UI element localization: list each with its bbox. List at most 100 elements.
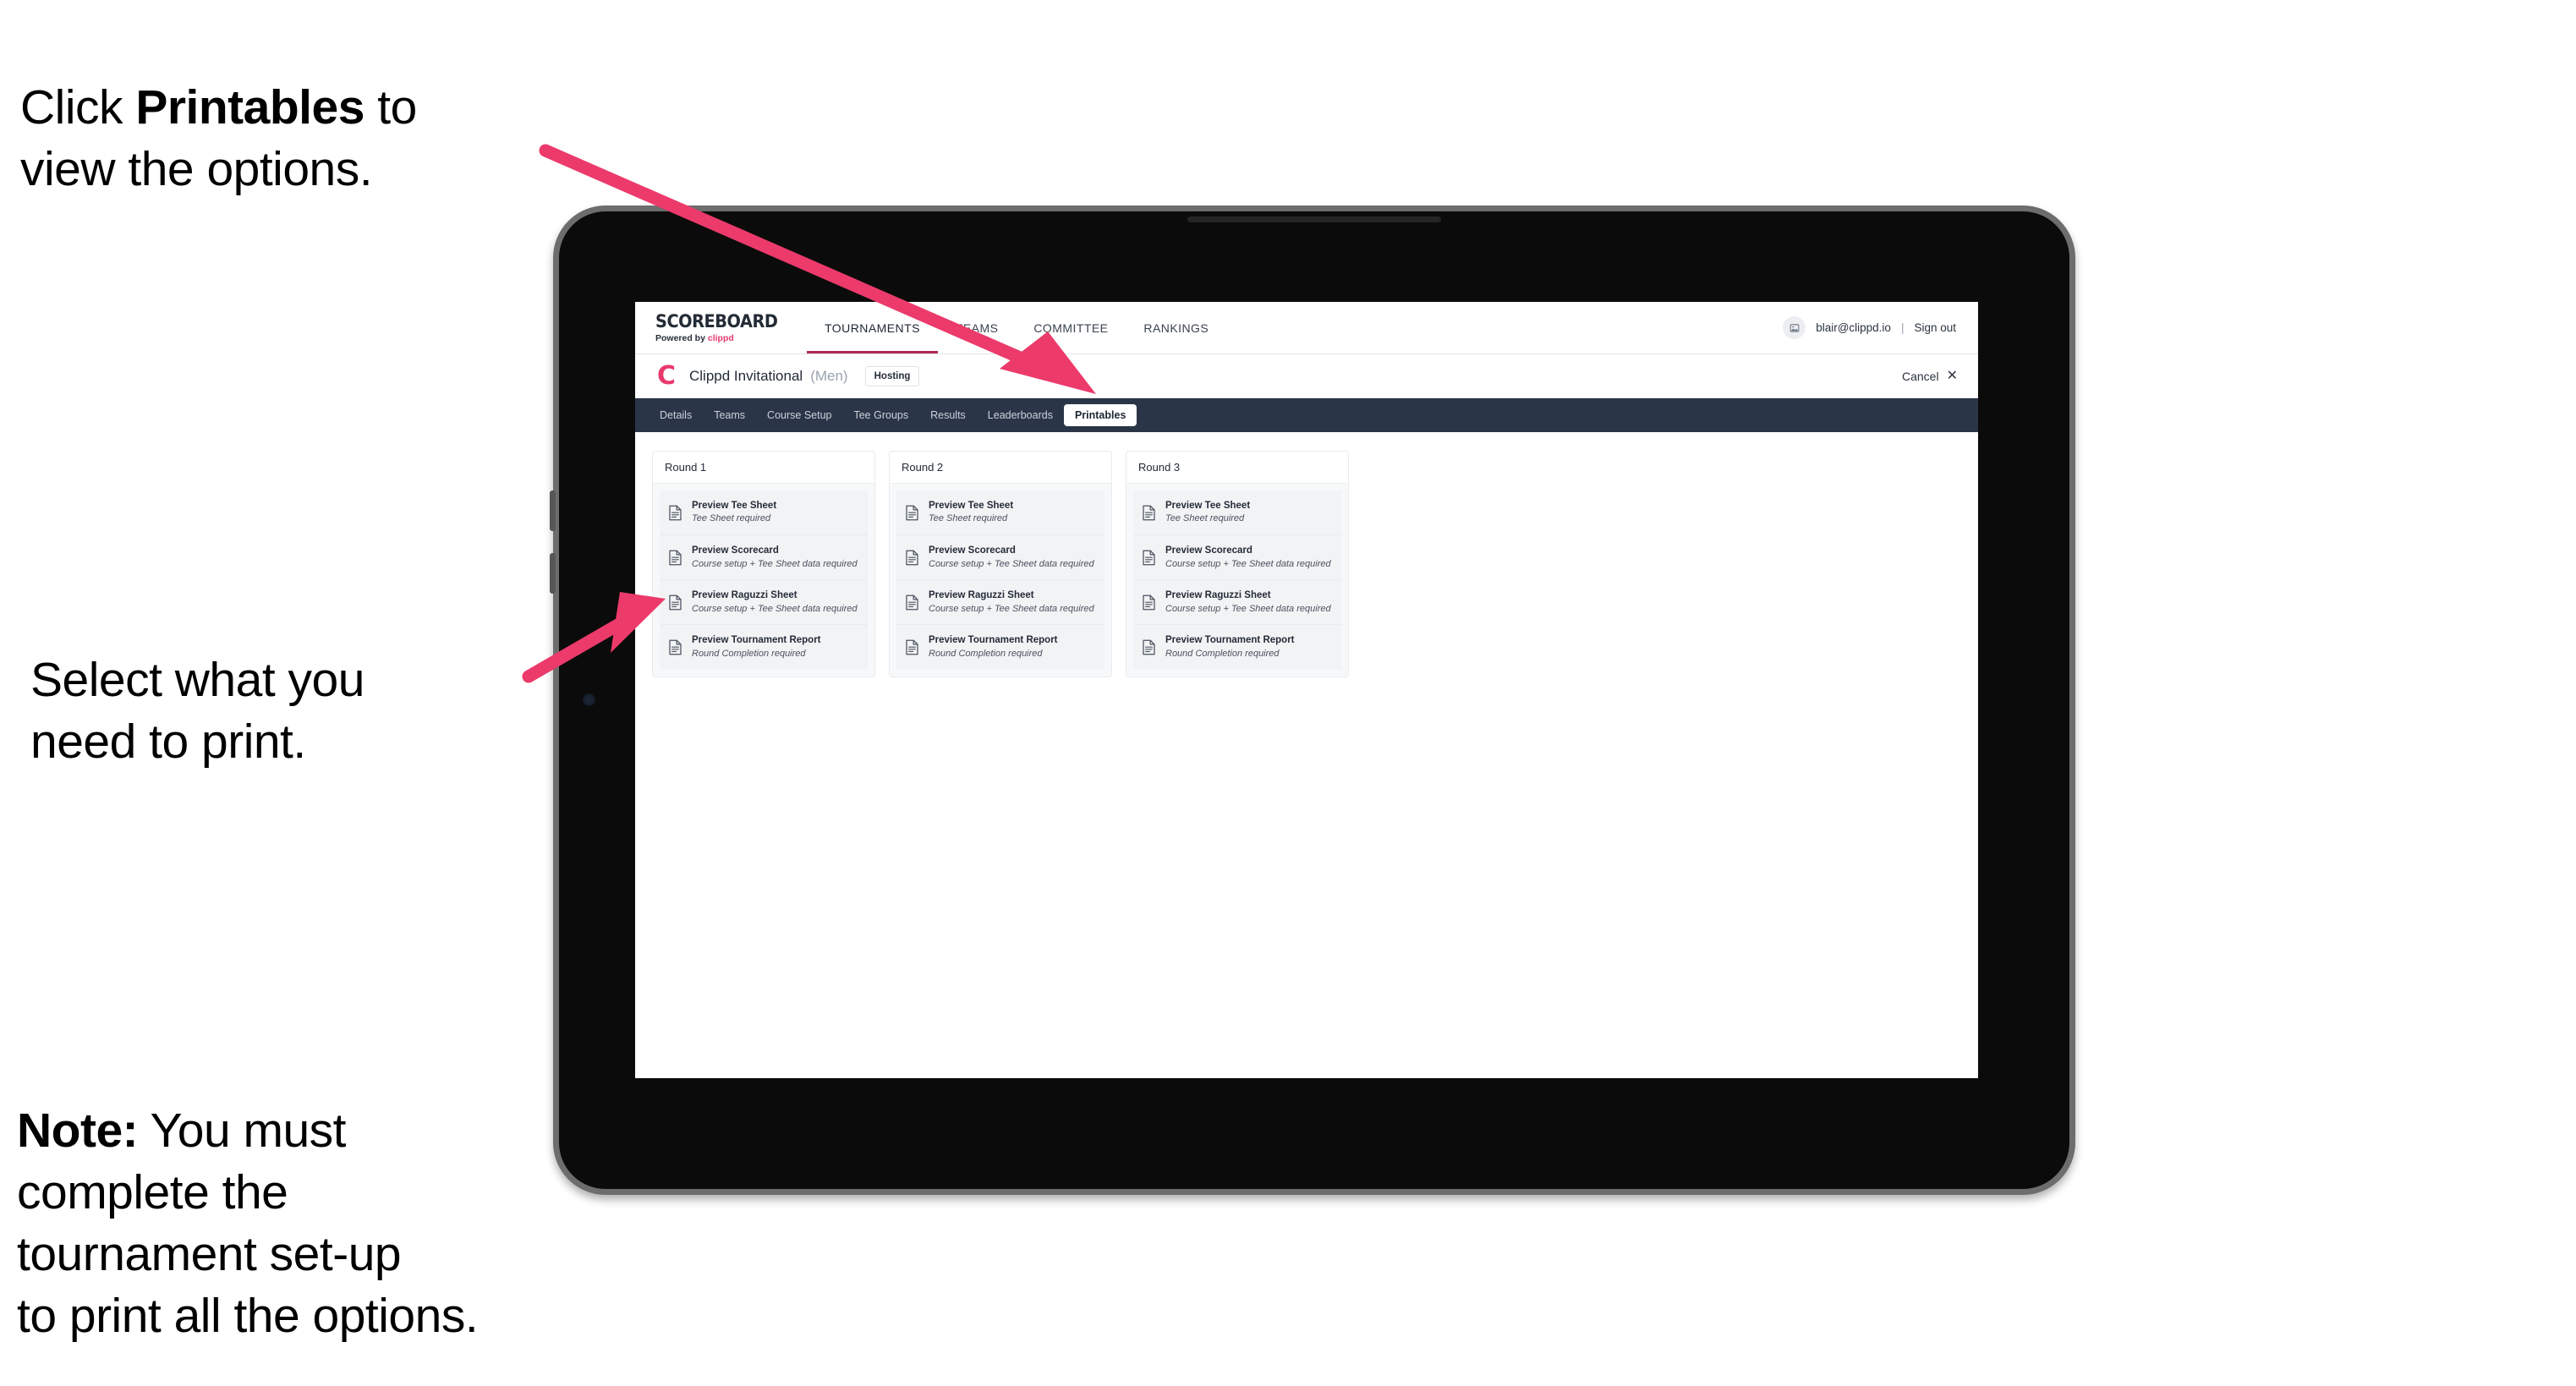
document-icon bbox=[668, 505, 682, 521]
nav-item-committee[interactable]: COMMITTEE bbox=[1016, 302, 1126, 353]
main-navigation: TOURNAMENTS TEAMS COMMITTEE RANKINGS bbox=[807, 302, 1226, 353]
tab-details[interactable]: Details bbox=[649, 404, 703, 426]
close-icon: ✕ bbox=[1946, 368, 1958, 383]
cancel-button-label: Cancel bbox=[1902, 369, 1939, 383]
printable-requirement: Course setup + Tee Sheet data required bbox=[1165, 558, 1331, 569]
document-icon bbox=[668, 550, 682, 566]
screenshot-canvas: Click Printables to view the options. Sel… bbox=[0, 0, 2576, 1386]
printable-title: Preview Raguzzi Sheet bbox=[1165, 590, 1271, 601]
brand-logo[interactable]: SCOREBOARD Powered by clippd bbox=[635, 302, 807, 353]
printable-title: Preview Tee Sheet bbox=[692, 501, 777, 511]
tab-tee-groups[interactable]: Tee Groups bbox=[842, 404, 919, 426]
brand-title: SCOREBOARD bbox=[655, 310, 778, 331]
printable-row-text: Preview Tournament Report Round Completi… bbox=[929, 634, 1058, 660]
printable-row-text: Preview Tee Sheet Tee Sheet required bbox=[692, 500, 776, 525]
tablet-device: SCOREBOARD Powered by clippd TOURNAMENTS… bbox=[550, 205, 2075, 1195]
document-icon bbox=[1142, 550, 1156, 566]
status-badge: Hosting bbox=[864, 365, 920, 386]
printable-row-raguzzi-sheet[interactable]: Preview Raguzzi Sheet Course setup + Tee… bbox=[896, 580, 1104, 626]
annotation-click-line: Click Printables to view the options. bbox=[20, 79, 417, 196]
printable-row-text: Preview Tee Sheet Tee Sheet required bbox=[929, 500, 1013, 525]
printable-title: Preview Tournament Report bbox=[929, 635, 1058, 646]
tab-printables[interactable]: Printables bbox=[1063, 404, 1137, 426]
printable-requirement: Course setup + Tee Sheet data required bbox=[692, 558, 858, 569]
printable-row-raguzzi-sheet[interactable]: Preview Raguzzi Sheet Course setup + Tee… bbox=[1133, 580, 1341, 626]
device-volume-down-button[interactable] bbox=[550, 553, 556, 594]
tab-course-setup[interactable]: Course Setup bbox=[756, 404, 842, 426]
printable-row-text: Preview Tee Sheet Tee Sheet required bbox=[1165, 500, 1250, 525]
annotation-printables-bold: Printables bbox=[135, 79, 364, 134]
printable-title: Preview Raguzzi Sheet bbox=[929, 590, 1034, 601]
printable-row-tournament-report[interactable]: Preview Tournament Report Round Completi… bbox=[896, 625, 1104, 670]
document-icon bbox=[1142, 505, 1156, 521]
printable-requirement: Tee Sheet required bbox=[929, 513, 1008, 524]
round-title: Round 3 bbox=[1126, 452, 1348, 484]
round-column-3: Round 3 Preview Tee Sheet Tee Sheet requ… bbox=[1126, 451, 1349, 677]
printable-row-text: Preview Tournament Report Round Completi… bbox=[692, 634, 821, 660]
clippd-logo-icon: C bbox=[656, 360, 677, 391]
printables-content: Round 1 Preview Tee Sheet Tee Sheet requ… bbox=[635, 432, 1978, 696]
printable-requirement: Tee Sheet required bbox=[692, 513, 771, 524]
printable-title: Preview Tee Sheet bbox=[929, 501, 1014, 511]
printable-row-text: Preview Raguzzi Sheet Course setup + Tee… bbox=[692, 589, 858, 615]
printable-row-raguzzi-sheet[interactable]: Preview Raguzzi Sheet Course setup + Tee… bbox=[660, 580, 868, 626]
nav-item-tournaments[interactable]: TOURNAMENTS bbox=[807, 302, 938, 353]
document-icon bbox=[668, 639, 682, 655]
brand-powered-prefix: Powered by bbox=[655, 332, 708, 343]
document-icon bbox=[1142, 639, 1156, 655]
document-icon bbox=[905, 594, 919, 611]
printable-row-text: Preview Raguzzi Sheet Course setup + Tee… bbox=[929, 589, 1094, 615]
printable-title: Preview Scorecard bbox=[929, 545, 1016, 556]
cancel-button[interactable]: Cancel ✕ bbox=[1902, 368, 1958, 383]
tab-leaderboards[interactable]: Leaderboards bbox=[977, 404, 1064, 426]
printable-row-tee-sheet[interactable]: Preview Tee Sheet Tee Sheet required bbox=[1133, 490, 1341, 536]
round-items-list: Preview Tee Sheet Tee Sheet required Pre… bbox=[890, 484, 1111, 677]
printable-row-text: Preview Scorecard Course setup + Tee She… bbox=[692, 545, 858, 570]
printable-title: Preview Raguzzi Sheet bbox=[692, 590, 797, 601]
tournament-header-bar: C Clippd Invitational (Men) Hosting Canc… bbox=[635, 354, 1978, 398]
printable-row-scorecard[interactable]: Preview Scorecard Course setup + Tee She… bbox=[660, 535, 868, 581]
tournament-gender: (Men) bbox=[810, 367, 848, 384]
printable-row-scorecard[interactable]: Preview Scorecard Course setup + Tee She… bbox=[896, 535, 1104, 581]
printable-row-tee-sheet[interactable]: Preview Tee Sheet Tee Sheet required bbox=[660, 490, 868, 536]
document-icon bbox=[905, 550, 919, 566]
nav-item-rankings[interactable]: RANKINGS bbox=[1126, 302, 1226, 353]
device-front-camera bbox=[583, 693, 595, 706]
brand-subtitle: Powered by clippd bbox=[655, 334, 788, 343]
user-avatar-icon[interactable] bbox=[1783, 316, 1806, 339]
printable-row-tournament-report[interactable]: Preview Tournament Report Round Completi… bbox=[1133, 625, 1341, 670]
round-column-2: Round 2 Preview Tee Sheet Tee Sheet requ… bbox=[889, 451, 1112, 677]
printable-requirement: Course setup + Tee Sheet data required bbox=[929, 558, 1094, 569]
top-bar-user-area: blair@clippd.io | Sign out bbox=[1783, 302, 1978, 353]
app-top-bar: SCOREBOARD Powered by clippd TOURNAMENTS… bbox=[635, 302, 1978, 354]
annotation-click-printables: Click Printables to view the options. bbox=[20, 15, 578, 200]
printable-row-scorecard[interactable]: Preview Scorecard Course setup + Tee She… bbox=[1133, 535, 1341, 581]
annotation-select-print: Select what you need to print. bbox=[30, 653, 364, 769]
round-column-1: Round 1 Preview Tee Sheet Tee Sheet requ… bbox=[652, 451, 875, 677]
printable-title: Preview Scorecard bbox=[692, 545, 779, 556]
printable-requirement: Course setup + Tee Sheet data required bbox=[1165, 603, 1331, 614]
round-title: Round 2 bbox=[890, 452, 1111, 484]
tournament-sub-navigation: Details Teams Course Setup Tee Groups Re… bbox=[635, 398, 1978, 432]
printable-requirement: Round Completion required bbox=[929, 648, 1043, 659]
nav-item-teams[interactable]: TEAMS bbox=[938, 302, 1016, 353]
printable-title: Preview Tee Sheet bbox=[1165, 501, 1251, 511]
printable-requirement: Round Completion required bbox=[692, 648, 806, 659]
sign-out-link[interactable]: Sign out bbox=[1914, 321, 1956, 334]
printable-row-tee-sheet[interactable]: Preview Tee Sheet Tee Sheet required bbox=[896, 490, 1104, 536]
printable-row-tournament-report[interactable]: Preview Tournament Report Round Completi… bbox=[660, 625, 868, 670]
device-speaker-grille bbox=[1187, 216, 1441, 222]
device-volume-up-button[interactable] bbox=[550, 490, 556, 531]
brand-powered-name: clippd bbox=[707, 332, 734, 343]
printable-requirement: Course setup + Tee Sheet data required bbox=[692, 603, 858, 614]
tab-results[interactable]: Results bbox=[919, 404, 977, 426]
user-email-label: blair@clippd.io bbox=[1816, 321, 1891, 334]
app-viewport: SCOREBOARD Powered by clippd TOURNAMENTS… bbox=[635, 302, 1978, 1078]
printable-requirement: Course setup + Tee Sheet data required bbox=[929, 603, 1094, 614]
annotation-note-bold: Note: bbox=[17, 1103, 139, 1158]
tab-teams[interactable]: Teams bbox=[703, 404, 756, 426]
printable-row-text: Preview Tournament Report Round Completi… bbox=[1165, 634, 1295, 660]
document-icon bbox=[668, 594, 682, 611]
printable-requirement: Tee Sheet required bbox=[1165, 513, 1245, 524]
user-area-separator: | bbox=[1900, 321, 1905, 334]
